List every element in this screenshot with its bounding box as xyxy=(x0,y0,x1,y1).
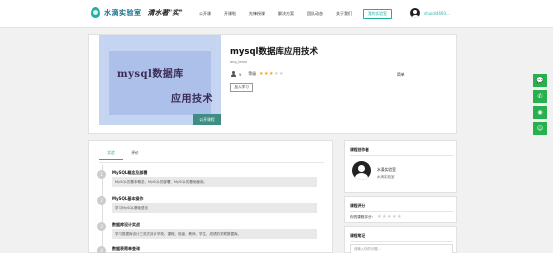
nav-item-pioneer[interactable]: 先锋授课 xyxy=(249,11,265,17)
lesson-title[interactable]: 数据表简单查询 xyxy=(112,246,140,252)
star-icon[interactable]: ★ xyxy=(382,215,386,220)
course-cover-image: mysql数据库 应用技术 公开课程 xyxy=(99,35,221,125)
course-info-card: mysql数据库 应用技术 公开课程 mysql数据库应用技术 ang_lear… xyxy=(88,34,457,134)
lesson-description: MySQL的基本概念、MySQL的部署、MySQL的基础使用。 xyxy=(112,177,317,187)
join-study-button[interactable]: 加入学习 xyxy=(230,83,253,92)
course-author: ang_learn xyxy=(230,60,248,64)
lesson-number: 2 xyxy=(97,196,106,205)
chat-icon[interactable]: 💬 xyxy=(533,74,547,87)
author-role: 水滴实验室 xyxy=(377,175,395,179)
notes-input[interactable] xyxy=(350,244,453,253)
content-tabs: 实验 评价 xyxy=(99,150,147,160)
lesson-title[interactable]: 数据库设计实战 xyxy=(112,222,140,228)
user-avatar-icon[interactable] xyxy=(410,8,420,18)
star-icon[interactable]: ★ xyxy=(387,215,391,220)
course-type-badge: 公开课程 xyxy=(193,114,221,125)
course-content-panel: 实验 评价 1 MySQL概念及部署 MySQL的基本概念、MySQL的部署、M… xyxy=(88,140,333,253)
lesson-number: 4 xyxy=(97,246,106,253)
lesson-description: 学习MySQL基础语法 xyxy=(112,203,317,213)
difficulty-label: 简单 xyxy=(397,72,405,77)
rating-label: 等级 xyxy=(248,71,257,76)
course-rating-stars: ★ ★ ★ ★ ★ xyxy=(259,70,284,77)
lesson-description: 学习数据库设计三范式设计学校、课程、班级、教师、学生、成绩的关联数据库。 xyxy=(112,229,317,239)
nav-item-public-courses[interactable]: 公开课 xyxy=(199,11,211,17)
cover-title-line1: mysql数据库 xyxy=(117,69,184,80)
logo-slogan: 清水著"实" xyxy=(147,7,183,17)
tab-reviews[interactable]: 评价 xyxy=(123,150,147,160)
star-icon: ★ xyxy=(278,70,284,77)
course-author-box: 课程创作者 水滴实验室 水滴实验室 xyxy=(344,140,457,193)
floating-contact-bar: 💬 ✆ ◉ ☺ xyxy=(533,74,547,138)
star-icon: ★ xyxy=(259,70,264,77)
rating-box-title: 课程评分 xyxy=(350,203,366,208)
tab-experiments[interactable]: 实验 xyxy=(99,150,123,160)
divider xyxy=(350,241,453,242)
qq-icon[interactable]: ☺ xyxy=(533,122,547,135)
wechat-icon[interactable]: ◉ xyxy=(533,106,547,119)
your-rating-row: 你的课程评分： ★ ★ ★ ★ ★ xyxy=(350,215,402,220)
nav-item-solutions[interactable]: 解决方案 xyxy=(278,11,294,17)
top-nav-bar: 水滴实验室 清水著"实" 公开课 开课啦 先锋授课 解决方案 团队动态 关于我们… xyxy=(0,0,553,28)
water-drop-logo-icon xyxy=(91,7,100,18)
lesson-number: 1 xyxy=(97,170,106,179)
star-icon: ★ xyxy=(273,70,279,77)
site-logo[interactable]: 水滴实验室 清水著"实" xyxy=(91,7,183,18)
notes-box-title: 课程笔记 xyxy=(350,233,366,238)
tabs-divider xyxy=(99,162,324,163)
main-nav: 公开课 开课啦 先锋授课 解决方案 团队动态 关于我们 xyxy=(199,11,365,17)
star-icon[interactable]: ★ xyxy=(377,215,381,220)
your-rating-stars: ★ ★ ★ ★ ★ xyxy=(377,215,402,220)
nav-item-open-class[interactable]: 开课啦 xyxy=(224,11,236,17)
star-icon: ★ xyxy=(264,70,269,77)
lesson-title[interactable]: MySQL概念及部署 xyxy=(112,170,147,176)
star-icon: ★ xyxy=(268,70,274,77)
learner-count: 5 xyxy=(239,71,242,77)
star-icon[interactable]: ★ xyxy=(397,215,401,220)
cover-title-line2: 应用技术 xyxy=(171,94,213,105)
author-box-title: 课程创作者 xyxy=(350,147,369,152)
course-stats: 5 等级 ★ ★ ★ ★ ★ xyxy=(230,71,284,77)
learners-person-icon xyxy=(230,71,236,77)
divider xyxy=(350,155,453,156)
author-avatar-icon[interactable] xyxy=(352,161,371,180)
logo-text: 水滴实验室 xyxy=(104,7,142,17)
your-rating-label: 你的课程评分： xyxy=(350,215,376,219)
phone-icon[interactable]: ✆ xyxy=(533,90,547,103)
my-lab-button[interactable]: 我的实验室 xyxy=(363,9,392,19)
course-rating-box: 课程评分 你的课程评分： ★ ★ ★ ★ ★ xyxy=(344,196,457,223)
author-name[interactable]: 水滴实验室 xyxy=(377,167,396,173)
course-title: mysql数据库应用技术 xyxy=(230,47,318,57)
user-name-link[interactable]: shuidi4693... xyxy=(424,11,450,16)
divider xyxy=(350,211,453,212)
nav-item-about-us[interactable]: 关于我们 xyxy=(336,11,352,17)
course-notes-box: 课程笔记 xyxy=(344,226,457,253)
nav-item-team-news[interactable]: 团队动态 xyxy=(307,11,323,17)
star-icon[interactable]: ★ xyxy=(392,215,396,220)
lesson-number: 3 xyxy=(97,222,106,231)
lesson-title[interactable]: MySQL基本操作 xyxy=(112,196,143,202)
